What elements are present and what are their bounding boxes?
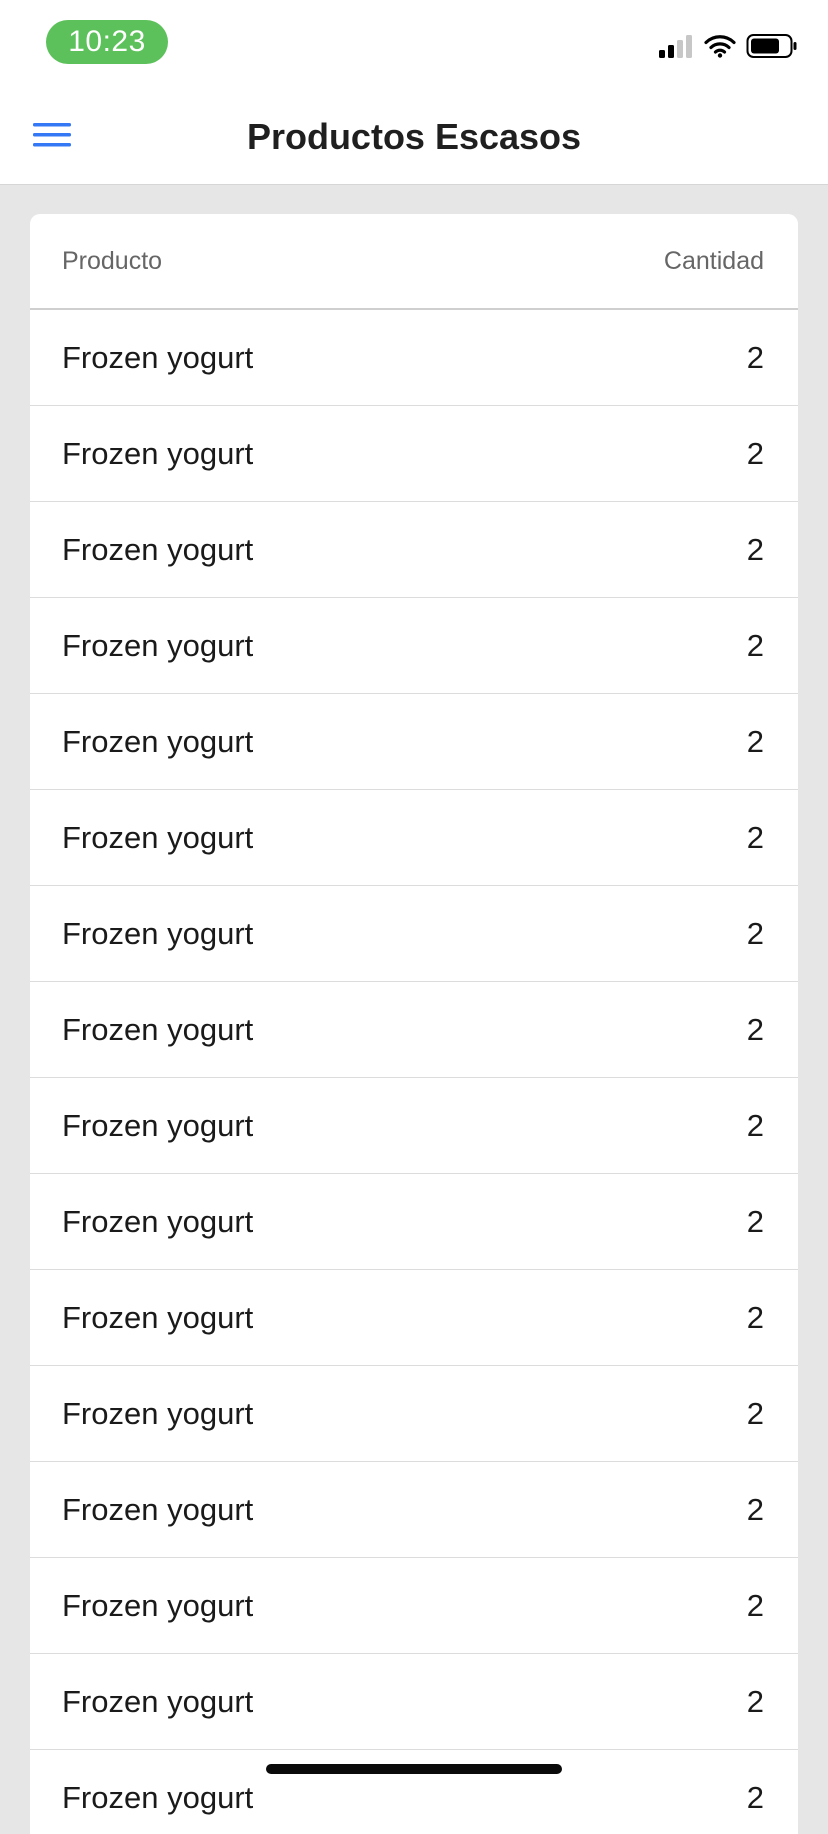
page-title: Productos Escasos <box>246 116 582 157</box>
product-name: Frozen yogurt <box>62 1683 254 1719</box>
navigation-bar: Productos Escasos <box>0 90 828 185</box>
product-name: Frozen yogurt <box>62 1107 254 1143</box>
table-row[interactable]: Frozen yogurt 2 <box>30 1654 798 1750</box>
product-name: Frozen yogurt <box>62 435 254 471</box>
wifi-icon <box>704 34 736 63</box>
table-row[interactable]: Frozen yogurt 2 <box>30 310 798 406</box>
product-quantity: 2 <box>746 915 764 951</box>
table-row[interactable]: Frozen yogurt 2 <box>30 1462 798 1558</box>
product-quantity: 2 <box>746 1587 764 1623</box>
product-name: Frozen yogurt <box>62 1203 254 1239</box>
table-row[interactable]: Frozen yogurt 2 <box>30 886 798 982</box>
hamburger-menu-icon <box>33 121 71 154</box>
table-row[interactable]: Frozen yogurt 2 <box>30 982 798 1078</box>
table-header: Producto Cantidad <box>30 214 798 310</box>
status-time: 10:23 <box>46 20 168 64</box>
product-name: Frozen yogurt <box>62 1011 254 1047</box>
table-row[interactable]: Frozen yogurt 2 <box>30 502 798 598</box>
product-quantity: 2 <box>746 435 764 471</box>
table-row[interactable]: Frozen yogurt 2 <box>30 406 798 502</box>
product-name: Frozen yogurt <box>62 723 254 759</box>
table-row[interactable]: Frozen yogurt 2 <box>30 1078 798 1174</box>
column-header-quantity: Cantidad <box>663 246 764 275</box>
product-name: Frozen yogurt <box>62 1299 254 1335</box>
product-quantity: 2 <box>746 1107 764 1143</box>
product-name: Frozen yogurt <box>62 627 254 663</box>
product-name: Frozen yogurt <box>62 339 254 375</box>
product-quantity: 2 <box>746 723 764 759</box>
product-quantity: 2 <box>746 1779 764 1815</box>
battery-icon <box>746 33 798 64</box>
product-quantity: 2 <box>746 1299 764 1335</box>
product-name: Frozen yogurt <box>62 531 254 567</box>
column-header-product: Producto <box>62 246 163 275</box>
product-quantity: 2 <box>746 627 764 663</box>
table-row[interactable]: Frozen yogurt 2 <box>30 1558 798 1654</box>
product-name: Frozen yogurt <box>62 819 254 855</box>
status-icons <box>658 33 798 64</box>
product-quantity: 2 <box>746 1011 764 1047</box>
products-table-card: Producto Cantidad Frozen yogurt 2 Frozen y… <box>30 214 798 1834</box>
status-bar: 10:23 <box>0 0 828 90</box>
product-name: Frozen yogurt <box>62 1491 254 1527</box>
product-name: Frozen yogurt <box>62 915 254 951</box>
product-quantity: 2 <box>746 1203 764 1239</box>
product-quantity: 2 <box>746 1683 764 1719</box>
product-quantity: 2 <box>746 531 764 567</box>
table-body: Frozen yogurt 2 Frozen yogurt 2 Frozen yogur… <box>30 310 798 1834</box>
product-quantity: 2 <box>746 1395 764 1431</box>
product-quantity: 2 <box>746 819 764 855</box>
product-name: Frozen yogurt <box>62 1395 254 1431</box>
menu-button[interactable] <box>28 114 76 160</box>
signal-icon <box>658 34 694 63</box>
table-row[interactable]: Frozen yogurt 2 <box>30 694 798 790</box>
table-row[interactable]: Frozen yogurt 2 <box>30 1366 798 1462</box>
product-name: Frozen yogurt <box>62 1779 254 1815</box>
product-quantity: 2 <box>746 339 764 375</box>
home-indicator <box>266 1764 562 1774</box>
product-name: Frozen yogurt <box>62 1587 254 1623</box>
table-row[interactable]: Frozen yogurt 2 <box>30 598 798 694</box>
product-quantity: 2 <box>746 1491 764 1527</box>
table-row[interactable]: Frozen yogurt 2 <box>30 1270 798 1366</box>
table-row[interactable]: Frozen yogurt 2 <box>30 1750 798 1834</box>
table-row[interactable]: Frozen yogurt 2 <box>30 1174 798 1270</box>
table-row[interactable]: Frozen yogurt 2 <box>30 790 798 886</box>
